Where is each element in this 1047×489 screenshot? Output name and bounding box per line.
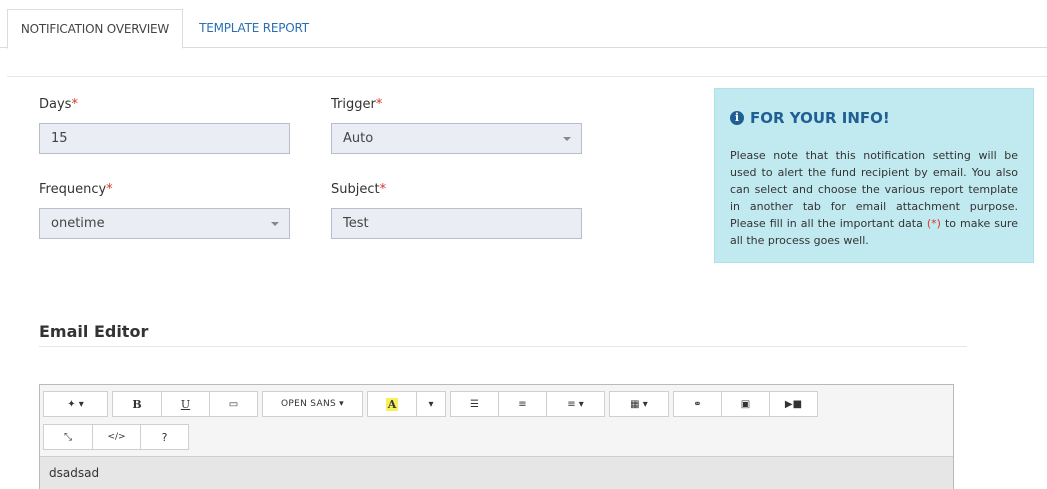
subject-value: Test <box>343 216 369 231</box>
editor-content-text: dsadsad <box>49 466 100 480</box>
table-icon: ▦ ▾ <box>630 398 648 410</box>
link-icon: ⚭ <box>693 398 702 410</box>
panel-divider <box>7 76 1047 77</box>
frequency-label: Frequency* <box>39 182 113 197</box>
info-box: i FOR YOUR INFO! Please note that this n… <box>714 88 1034 263</box>
fullscreen-icon: ⤡ <box>64 431 72 443</box>
subject-input[interactable]: Test <box>331 208 582 239</box>
editor-toolbar: ✦ ▾ B U ▭ OPEN SANS ▾ A ▾ ☰ ≡ ≡ ▾ ▦ ▾ ⚭ … <box>43 391 823 417</box>
frequency-value: onetime <box>51 216 105 231</box>
eraser-icon: ▭ <box>228 398 239 410</box>
font-family-label: OPEN SANS <box>281 399 336 409</box>
trigger-value: Auto <box>343 131 374 146</box>
link-button[interactable]: ⚭ <box>673 391 722 417</box>
days-label-text: Days <box>39 97 72 112</box>
info-text-required-mark: (*) <box>926 217 941 230</box>
unordered-list-button[interactable]: ☰ <box>450 391 499 417</box>
frequency-label-text: Frequency <box>39 182 107 197</box>
text-color-button[interactable]: A <box>367 391 417 417</box>
required-mark: * <box>106 182 113 197</box>
tab-notification-overview[interactable]: NOTIFICATION OVERVIEW <box>7 9 183 49</box>
chevron-down-icon: ▾ <box>336 399 344 409</box>
fullscreen-button[interactable]: ⤡ <box>43 424 93 450</box>
codeview-button[interactable]: </> <box>92 424 141 450</box>
color-dropdown-button[interactable]: ▾ <box>416 391 446 417</box>
trigger-label: Trigger* <box>331 97 382 112</box>
info-circle-icon: i <box>730 111 744 125</box>
help-button[interactable]: ? <box>140 424 189 450</box>
align-left-icon: ≡ ▾ <box>567 398 584 410</box>
ordered-list-button[interactable]: ≡ <box>498 391 547 417</box>
video-button[interactable]: ▶■ <box>769 391 818 417</box>
highlight-a-icon: A <box>385 397 399 411</box>
tab-template-report[interactable]: TEMPLATE REPORT <box>183 9 325 49</box>
section-divider <box>39 346 967 347</box>
trigger-label-text: Trigger <box>331 97 376 112</box>
underline-button[interactable]: U <box>161 391 210 417</box>
font-family-button[interactable]: OPEN SANS ▾ <box>262 391 363 417</box>
chevron-down-icon <box>271 222 279 226</box>
chevron-down-icon <box>563 137 571 141</box>
trigger-select[interactable]: Auto <box>331 123 582 154</box>
days-input[interactable]: 15 <box>39 123 290 154</box>
subject-label-text: Subject <box>331 182 380 197</box>
subject-label: Subject* <box>331 182 386 197</box>
picture-button[interactable]: ▣ <box>721 391 770 417</box>
editor-toolbar-second-row: ⤡ </> ? <box>43 424 194 450</box>
email-editor-title: Email Editor <box>39 322 149 341</box>
days-label: Days* <box>39 97 78 112</box>
bold-button[interactable]: B <box>112 391 162 417</box>
required-mark: * <box>71 97 78 112</box>
table-button[interactable]: ▦ ▾ <box>609 391 669 417</box>
chevron-down-icon: ▾ <box>428 398 434 410</box>
tab-bar: NOTIFICATION OVERVIEW TEMPLATE REPORT <box>0 0 1047 49</box>
required-mark: * <box>379 182 387 197</box>
clear-format-button[interactable]: ▭ <box>209 391 258 417</box>
paragraph-button[interactable]: ≡ ▾ <box>546 391 605 417</box>
video-icon: ▶■ <box>784 398 803 410</box>
days-value: 15 <box>51 131 68 146</box>
frequency-select[interactable]: onetime <box>39 208 290 239</box>
required-mark: * <box>375 97 383 112</box>
email-editor: ✦ ▾ B U ▭ OPEN SANS ▾ A ▾ ☰ ≡ ≡ ▾ ▦ ▾ ⚭ … <box>39 384 954 489</box>
info-title-text: FOR YOUR INFO! <box>750 109 890 127</box>
list-ul-icon: ☰ <box>470 398 479 410</box>
picture-icon: ▣ <box>740 398 751 410</box>
style-button[interactable]: ✦ ▾ <box>43 391 108 417</box>
list-ol-icon: ≡ <box>518 398 527 410</box>
info-title: i FOR YOUR INFO! <box>730 109 1018 127</box>
editor-content[interactable]: dsadsad <box>40 456 953 489</box>
magic-wand-icon: ✦ ▾ <box>67 398 84 410</box>
info-text: Please note that this notification setti… <box>730 147 1018 249</box>
